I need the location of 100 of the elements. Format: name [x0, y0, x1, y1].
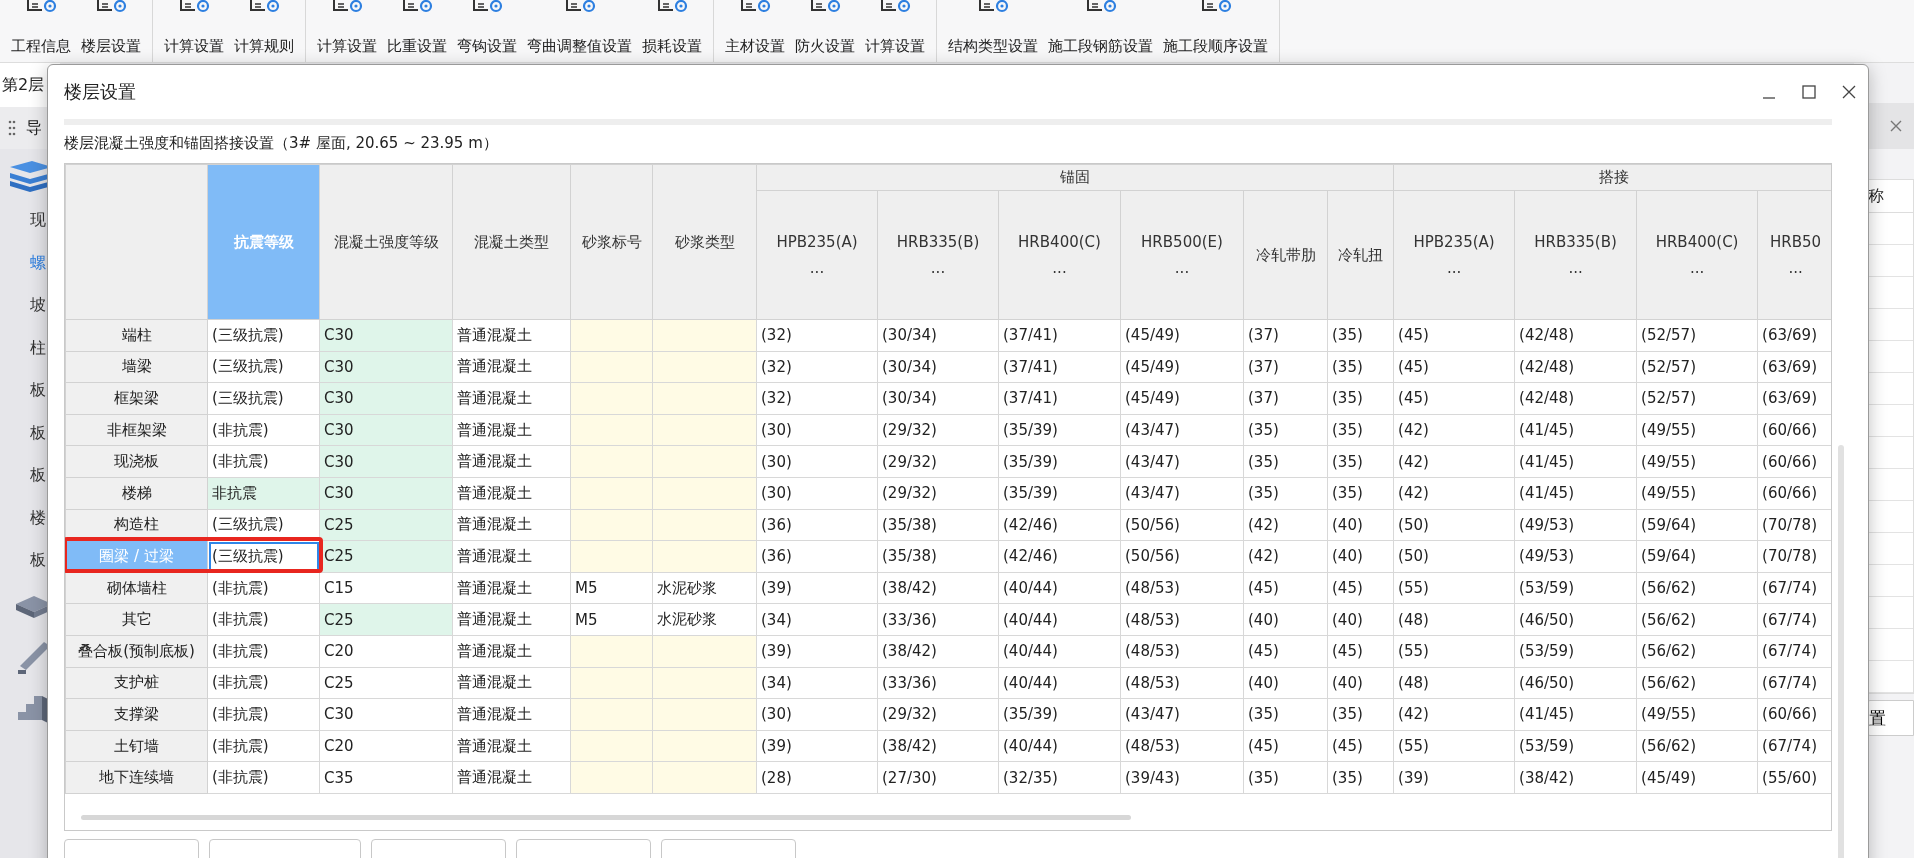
table-cell[interactable]: (35) — [1243, 477, 1328, 510]
close-icon[interactable] — [1842, 85, 1856, 99]
table-cell[interactable]: (41/45) — [1514, 445, 1637, 478]
table-cell[interactable]: (35/39) — [998, 445, 1121, 478]
horizontal-scrollbar[interactable] — [81, 815, 1131, 820]
toolbar-button[interactable]: 弯钩设置 — [454, 0, 520, 62]
toolbar-button[interactable]: 施工段顺序设置 — [1160, 0, 1271, 62]
toolbar-button[interactable]: 楼层设置 — [78, 0, 144, 62]
vertical-scrollbar[interactable] — [1838, 445, 1844, 858]
table-cell[interactable]: (27/30) — [877, 761, 999, 794]
table-cell[interactable]: (35) — [1327, 414, 1394, 446]
table-cell[interactable]: 非抗震 — [207, 477, 320, 510]
table-cell[interactable]: (29/32) — [877, 698, 999, 731]
table-cell[interactable]: (45/49) — [1120, 351, 1244, 383]
table-cell[interactable]: C30 — [319, 319, 453, 352]
table-cell[interactable]: (35/39) — [998, 414, 1121, 446]
table-cell[interactable]: (53/59) — [1514, 730, 1637, 762]
table-cell[interactable]: (42/46) — [998, 540, 1121, 573]
table-cell[interactable]: (非抗震) — [207, 698, 320, 731]
column-header[interactable]: 冷轧带肋 — [1243, 190, 1328, 320]
table-cell[interactable]: (29/32) — [877, 477, 999, 510]
table-cell[interactable]: 水泥砂浆 — [652, 603, 757, 636]
table-cell[interactable]: (45) — [1393, 319, 1515, 352]
tree-item[interactable]: 板 — [8, 539, 46, 582]
table-cell[interactable]: (30) — [756, 477, 878, 510]
table-cell[interactable]: (40/44) — [998, 603, 1121, 636]
table-cell[interactable]: (33/36) — [877, 667, 999, 699]
table-cell[interactable]: (43/47) — [1120, 698, 1244, 731]
table-cell[interactable]: C30 — [319, 698, 453, 731]
table-cell[interactable]: M5 — [570, 572, 653, 604]
table-cell[interactable]: (35) — [1243, 698, 1328, 731]
table-cell[interactable]: (56/62) — [1636, 572, 1758, 604]
toolbar-button[interactable]: 防火设置 — [792, 0, 858, 62]
table-cell[interactable]: C25 — [319, 509, 453, 541]
row-header[interactable]: 地下连续墙 — [65, 761, 208, 794]
table-cell[interactable]: (36) — [756, 540, 878, 573]
tree-item[interactable]: 板 — [8, 411, 46, 454]
table-cell[interactable]: (42) — [1393, 477, 1515, 510]
table-cell[interactable]: (48) — [1393, 603, 1515, 636]
table-cell[interactable]: (非抗震) — [207, 667, 320, 699]
toolbar-button[interactable]: 主材设置 — [722, 0, 788, 62]
table-cell[interactable]: (35) — [1327, 477, 1394, 510]
toolbar-button[interactable]: 比重设置 — [384, 0, 450, 62]
table-cell[interactable]: C20 — [319, 730, 453, 762]
table-cell[interactable]: (39) — [1393, 761, 1515, 794]
table-cell[interactable]: C35 — [319, 761, 453, 794]
table-cell[interactable]: (39/43) — [1120, 761, 1244, 794]
table-cell[interactable]: (40/44) — [998, 635, 1121, 668]
table-cell[interactable]: (56/62) — [1636, 730, 1758, 762]
table-cell[interactable]: (非抗震) — [207, 635, 320, 668]
table-cell[interactable]: (42) — [1243, 540, 1328, 573]
table-cell[interactable]: (32) — [756, 319, 878, 352]
table-cell[interactable]: (34) — [756, 603, 878, 636]
table-cell[interactable]: (非抗震) — [207, 603, 320, 636]
table-cell[interactable]: (38/42) — [1514, 761, 1637, 794]
table-cell[interactable]: C25 — [319, 540, 453, 573]
table-cell[interactable]: 普通混凝土 — [452, 509, 571, 541]
table-cell[interactable]: (37) — [1243, 351, 1328, 383]
table-cell[interactable]: C30 — [319, 382, 453, 415]
table-cell[interactable]: (40/44) — [998, 730, 1121, 762]
table-cell[interactable]: (39) — [756, 572, 878, 604]
table-cell[interactable]: (45/49) — [1636, 761, 1758, 794]
table-cell[interactable]: (非抗震) — [207, 414, 320, 446]
table-cell[interactable]: (56/62) — [1636, 635, 1758, 668]
table-cell[interactable]: 普通混凝土 — [452, 635, 571, 668]
toolbar-button[interactable]: 计算规则 — [231, 0, 297, 62]
table-cell[interactable]: (50) — [1393, 540, 1515, 573]
table-cell[interactable]: (38/42) — [877, 572, 999, 604]
table-cell[interactable]: (41/45) — [1514, 698, 1637, 731]
table-cell[interactable]: (32) — [756, 382, 878, 415]
table-cell[interactable]: (49/55) — [1636, 414, 1758, 446]
table-cell[interactable]: (48/53) — [1120, 667, 1244, 699]
table-cell[interactable]: (29/32) — [877, 445, 999, 478]
table-cell[interactable]: (35/38) — [877, 509, 999, 541]
column-header[interactable]: 冷轧扭 — [1327, 190, 1394, 320]
column-header[interactable]: HPB235(A) ... — [756, 190, 878, 320]
table-cell[interactable]: (49/53) — [1514, 509, 1637, 541]
table-cell[interactable]: (46/50) — [1514, 603, 1637, 636]
table-cell[interactable]: (37/41) — [998, 319, 1121, 352]
table-cell[interactable]: (45/49) — [1120, 319, 1244, 352]
table-cell[interactable]: (45) — [1243, 635, 1328, 668]
column-header[interactable]: 混凝土强度等级 — [319, 164, 453, 320]
table-cell[interactable]: (46/50) — [1514, 667, 1637, 699]
table-cell[interactable]: C20 — [319, 635, 453, 668]
table-cell[interactable]: (42/46) — [998, 509, 1121, 541]
table-cell[interactable]: (43/47) — [1120, 477, 1244, 510]
row-header[interactable]: 框架梁 — [65, 382, 208, 415]
table-cell[interactable]: C30 — [319, 445, 453, 478]
table-cell[interactable]: (35/38) — [877, 540, 999, 573]
table-cell[interactable]: (35) — [1327, 351, 1394, 383]
table-cell[interactable]: (41/45) — [1514, 414, 1637, 446]
toolbar-button[interactable]: 计算设置 — [862, 0, 928, 62]
table-cell[interactable]: (50/56) — [1120, 540, 1244, 573]
table-cell[interactable]: (42) — [1393, 698, 1515, 731]
table-cell[interactable]: (42) — [1393, 445, 1515, 478]
table-cell[interactable]: C25 — [319, 667, 453, 699]
table-cell[interactable]: 水泥砂浆 — [652, 572, 757, 604]
table-cell[interactable]: 普通混凝土 — [452, 319, 571, 352]
table-cell[interactable]: (52/57) — [1636, 351, 1758, 383]
column-header[interactable]: 砂浆标号 — [570, 164, 653, 320]
